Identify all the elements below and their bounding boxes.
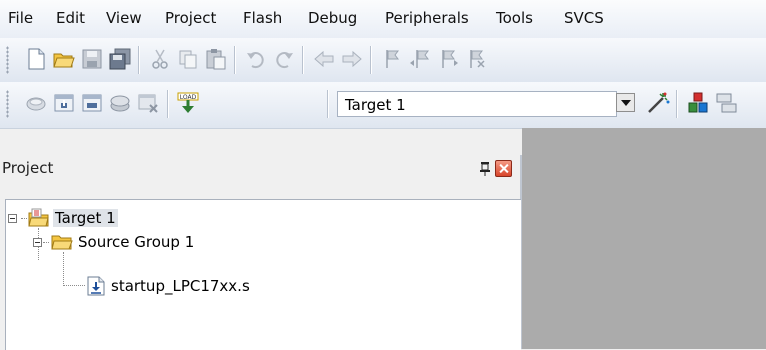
build-icon[interactable] [52, 91, 76, 115]
tree-connector [63, 252, 65, 286]
close-icon[interactable] [495, 160, 512, 177]
tree-label-file: startup_LPC17xx.s [111, 277, 250, 295]
collapse-group-toggle[interactable] [33, 238, 42, 247]
tree-connector [63, 285, 85, 287]
toolbar-separator [676, 90, 677, 118]
file-toolbar [0, 38, 766, 83]
target-select[interactable]: Target 1 [337, 91, 617, 117]
save-icon[interactable] [80, 47, 104, 71]
tree-label-target: Target 1 [53, 209, 118, 227]
tree-connector [43, 242, 49, 244]
new-file-icon[interactable] [24, 47, 48, 71]
panel-title: Project [2, 159, 54, 177]
bookmark-clear-icon[interactable] [464, 47, 488, 71]
menu-edit[interactable]: Edit [56, 9, 85, 27]
toolbar-separator [327, 90, 328, 118]
build-toolbar: LOAD Target 1 [0, 82, 766, 129]
open-folder-icon[interactable] [52, 47, 76, 71]
menu-tools[interactable]: Tools [496, 9, 533, 27]
toolbar-separator [234, 46, 235, 74]
bookmark-next-icon[interactable] [436, 47, 460, 71]
toolbar-separator [370, 46, 371, 74]
target-select-value: Target 1 [345, 96, 406, 114]
load-label: LOAD [180, 94, 197, 101]
toolbar-grip[interactable] [6, 90, 9, 118]
bookmark-prev-icon[interactable] [408, 47, 432, 71]
stop-build-icon[interactable] [136, 91, 160, 115]
download-icon[interactable]: LOAD [176, 91, 200, 115]
pin-icon[interactable] [478, 161, 492, 177]
tree-node-target[interactable]: Target 1 [28, 206, 118, 230]
asm-file-icon [87, 276, 105, 296]
tree-label-group: Source Group 1 [78, 233, 195, 251]
copy-icon[interactable] [176, 47, 200, 71]
menu-view[interactable]: View [106, 9, 142, 27]
chevron-down-icon[interactable] [616, 93, 635, 112]
project-tree: Target 1 Source Group 1 startup_LPC17xx.… [5, 199, 521, 350]
collapse-target-toggle[interactable] [8, 214, 17, 223]
batch-build-icon[interactable] [108, 91, 132, 115]
paste-icon[interactable] [204, 47, 228, 71]
nav-back-icon[interactable] [312, 47, 336, 71]
nav-forward-icon[interactable] [340, 47, 364, 71]
manage-components-icon[interactable] [686, 91, 710, 115]
save-all-icon[interactable] [108, 47, 132, 71]
translate-icon[interactable] [24, 91, 48, 115]
editor-area[interactable] [522, 128, 766, 349]
target-folder-icon [28, 208, 49, 227]
manage-books-icon[interactable] [714, 91, 738, 115]
menu-file[interactable]: File [8, 9, 33, 27]
menu-svcs[interactable]: SVCS [564, 9, 604, 27]
redo-icon[interactable] [272, 47, 296, 71]
toolbar-separator [167, 90, 168, 118]
tree-connector [21, 218, 27, 220]
menu-peripherals[interactable]: Peripherals [385, 9, 469, 27]
tree-node-file[interactable]: startup_LPC17xx.s [87, 274, 250, 298]
menu-debug[interactable]: Debug [308, 9, 357, 27]
project-panel: Project Target 1 Source Group 1 startup_… [0, 155, 522, 350]
toolbar-separator [302, 46, 303, 74]
menu-project[interactable]: Project [165, 9, 216, 27]
undo-icon[interactable] [244, 47, 268, 71]
cut-icon[interactable] [148, 47, 172, 71]
tree-node-group[interactable]: Source Group 1 [51, 230, 194, 254]
options-wand-icon[interactable] [646, 91, 670, 115]
menu-flash[interactable]: Flash [243, 9, 282, 27]
folder-open-icon [51, 235, 73, 250]
rebuild-icon[interactable] [80, 91, 104, 115]
bookmark-icon[interactable] [380, 47, 404, 71]
panel-header: Project [0, 155, 520, 183]
toolbar-grip[interactable] [6, 46, 9, 74]
toolbar-separator [138, 46, 139, 74]
menu-bar: File Edit View Project Flash Debug Perip… [0, 0, 766, 38]
